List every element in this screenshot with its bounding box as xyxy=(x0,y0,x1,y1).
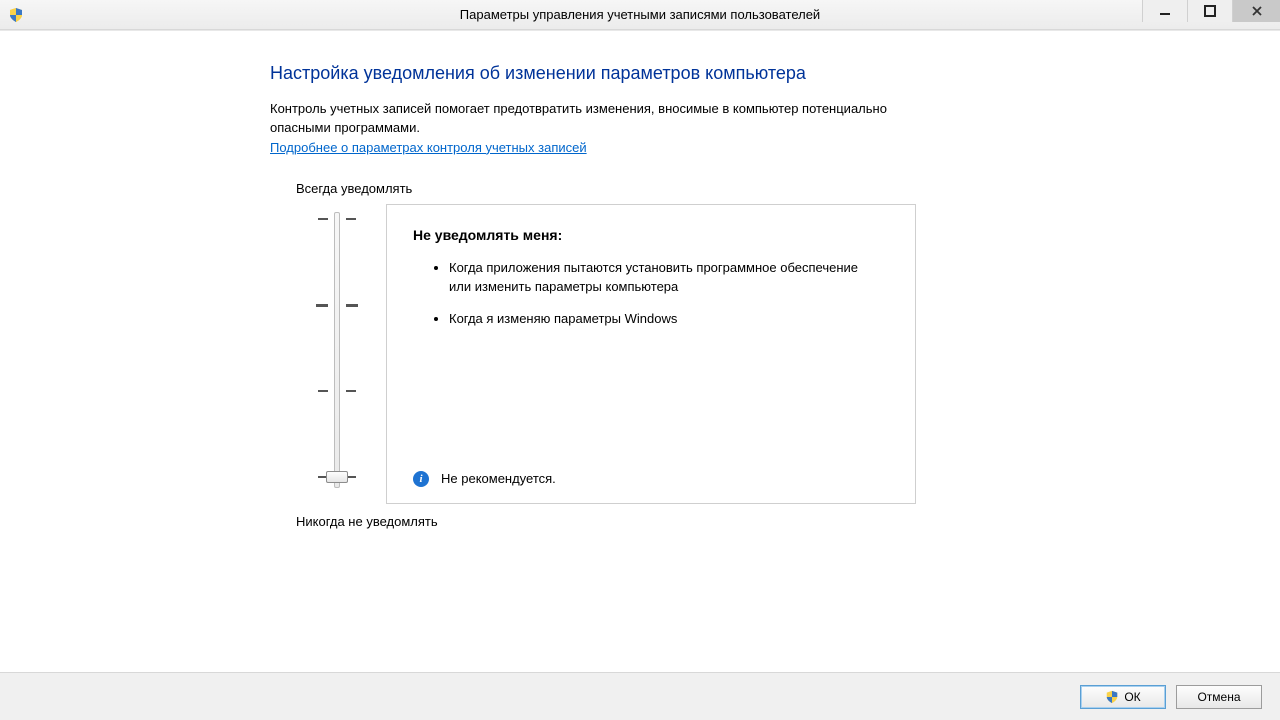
shield-icon xyxy=(8,7,24,23)
slider-tick xyxy=(318,218,328,220)
slider-tick xyxy=(346,304,358,307)
window-title: Параметры управления учетными записями п… xyxy=(0,7,1280,22)
info-panel-item: Когда я изменяю параметры Windows xyxy=(449,310,869,329)
shield-icon xyxy=(1105,690,1119,704)
slider-tick xyxy=(316,304,328,307)
recommendation-row: i Не рекомендуется. xyxy=(413,471,889,487)
cancel-button-label: Отмена xyxy=(1197,690,1240,704)
minimize-button[interactable] xyxy=(1142,0,1187,22)
info-panel-list: Когда приложения пытаются установить про… xyxy=(413,259,889,344)
close-button[interactable] xyxy=(1232,0,1280,22)
learn-more-link[interactable]: Подробнее о параметрах контроля учетных … xyxy=(270,140,587,155)
slider-tick xyxy=(346,218,356,220)
uac-settings-window: Параметры управления учетными записями п… xyxy=(0,0,1280,720)
content-area: Настройка уведомления об изменении парам… xyxy=(0,30,1280,720)
slider-tick xyxy=(318,390,328,392)
dialog-footer: ОК Отмена xyxy=(0,672,1280,720)
page-description: Контроль учетных записей помогает предот… xyxy=(270,100,910,138)
info-icon: i xyxy=(413,471,429,487)
ok-button[interactable]: ОК xyxy=(1080,685,1166,709)
notification-slider-zone: Всегда уведомлять xyxy=(296,181,1280,529)
cancel-button[interactable]: Отмена xyxy=(1176,685,1262,709)
page-heading: Настройка уведомления об изменении парам… xyxy=(270,63,1280,84)
recommendation-text: Не рекомендуется. xyxy=(441,471,556,486)
info-panel-title: Не уведомлять меня: xyxy=(413,227,889,243)
ok-button-label: ОК xyxy=(1124,690,1140,704)
titlebar: Параметры управления учетными записями п… xyxy=(0,0,1280,30)
level-description-panel: Не уведомлять меня: Когда приложения пыт… xyxy=(386,204,916,504)
maximize-button[interactable] xyxy=(1187,0,1232,22)
slider-thumb[interactable] xyxy=(326,471,348,483)
notification-slider[interactable] xyxy=(296,204,386,504)
slider-bottom-label: Никогда не уведомлять xyxy=(296,514,1280,529)
info-panel-item: Когда приложения пытаются установить про… xyxy=(449,259,869,297)
slider-track xyxy=(334,212,340,488)
slider-top-label: Всегда уведомлять xyxy=(296,181,1280,196)
slider-tick xyxy=(346,390,356,392)
window-controls xyxy=(1142,0,1280,22)
